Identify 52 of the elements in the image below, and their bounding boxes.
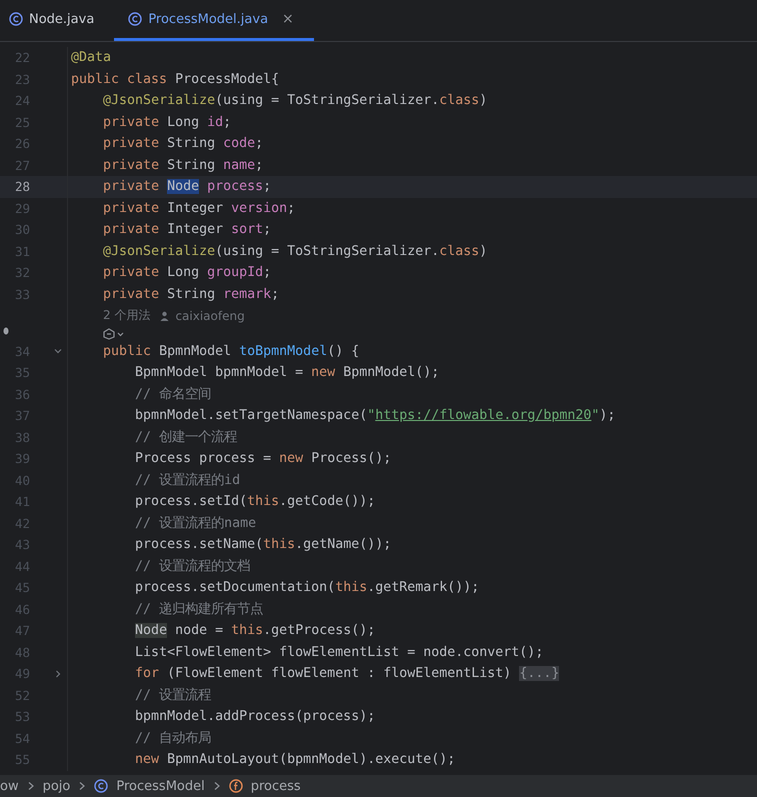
code-line: // 设置流程的id: [134, 472, 240, 490]
code-line: private Integer sort;: [102, 222, 272, 238]
chevron-right-icon: [78, 781, 86, 791]
breadcrumb-item[interactable]: pojo: [42, 778, 70, 794]
usages-hint[interactable]: 2 个用法: [103, 307, 150, 324]
code-line: public BpmnModel toBpmnModel() {: [102, 344, 360, 359]
class-icon: [9, 12, 23, 26]
code-line: Process process = new Process();: [134, 451, 392, 466]
code-line: private String code;: [102, 136, 264, 152]
chevron-right-icon[interactable]: [53, 668, 63, 679]
code-line: BpmnModel bpmnModel = new BpmnModel();: [134, 365, 440, 380]
code-line: private Integer version;: [102, 200, 296, 216]
code-line: public class ProcessModel{: [70, 72, 280, 87]
file-tab[interactable]: Node.java: [0, 0, 114, 41]
code-line: @Data: [70, 50, 112, 66]
code-line: List<FlowElement> flowElementList = node.convert();: [134, 644, 544, 660]
author-hint[interactable]: caixiaofeng: [175, 308, 245, 323]
code-line: for (FlowElement flowElement : flowElementList) {...}: [134, 666, 560, 682]
code-line: private String remark;: [102, 286, 280, 302]
code-line: private Node process;: [102, 179, 272, 194]
chevron-right-icon: [212, 781, 221, 791]
breadcrumb-item[interactable]: ow: [0, 778, 19, 794]
code-line: private String name;: [102, 158, 264, 173]
code-line: process.setName(this.getName());: [134, 537, 392, 552]
code-line: // 自动布局: [134, 730, 212, 748]
code-line: process.setId(this.getCode());: [134, 494, 376, 510]
code-line: @JsonSerialize(using = ToStringSerializer.class): [102, 93, 488, 108]
code-line: private Long id;: [102, 114, 232, 130]
close-icon[interactable]: ×: [282, 11, 294, 27]
field-icon: [228, 779, 243, 793]
code-line: Node node = this.getProcess();: [134, 623, 376, 638]
breadcrumb-item[interactable]: process: [250, 778, 301, 794]
code-line: // 设置流程的文档: [134, 558, 250, 576]
code-line: bpmnModel.addProcess(process);: [134, 709, 376, 724]
marker-dot-icon: [3, 326, 9, 334]
code-line: private Long groupId;: [102, 265, 272, 280]
code-line: @JsonSerialize(using = ToStringSerializer.class): [102, 244, 488, 259]
code-line: // 设置流程: [134, 686, 212, 704]
breadcrumb-item[interactable]: ProcessModel: [116, 778, 205, 794]
file-tab[interactable]: ProcessModel.java ×: [114, 0, 314, 41]
chevron-right-icon: [26, 781, 35, 791]
code-line: // 设置流程的name: [134, 514, 256, 532]
line-number: 28: [14, 179, 30, 194]
class-icon: [94, 779, 108, 793]
code-line: new BpmnAutoLayout(bpmnModel).execute();: [134, 752, 456, 768]
code-line: bpmnModel.setTargetNamespace("https://flowable.org/bpmn20");: [134, 408, 616, 424]
class-icon: [128, 12, 142, 26]
code-line: // 递归构建所有节点: [134, 600, 264, 618]
code-line: process.setDocumentation(this.getRemark());: [134, 580, 480, 596]
code-line: // 命名空间: [134, 386, 212, 404]
code-line: // 创建一个流程: [134, 428, 238, 446]
person-icon: [160, 310, 170, 321]
